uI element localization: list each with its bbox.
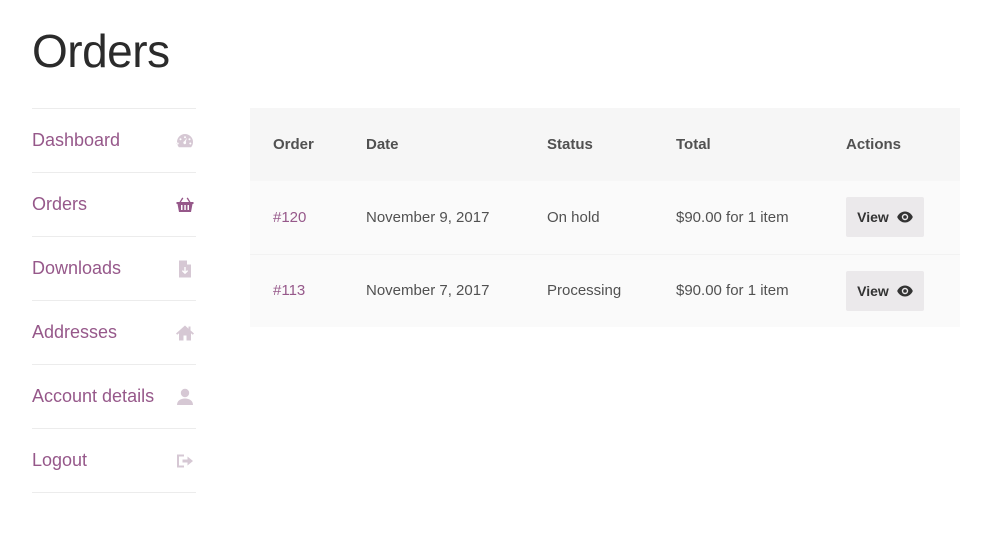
order-date: November 9, 2017 [366, 208, 490, 226]
sidebar-item-dashboard[interactable]: Dashboard [32, 109, 196, 173]
column-header-date: Date [366, 136, 399, 153]
table-header-row: Order Date Status Total Actions [250, 108, 960, 181]
sidebar-item-label: Dashboard [32, 130, 121, 150]
sidebar-item-label: Orders [32, 194, 88, 214]
order-number-cell: #113 [250, 254, 366, 327]
basket-icon [174, 194, 196, 216]
dashboard-icon [174, 130, 196, 152]
table-row: #113 November 7, 2017 Processing $90.00 … [250, 254, 960, 327]
sidebar-item-downloads[interactable]: Downloads [32, 237, 196, 301]
account-navigation: Dashboard Orders Downloads Addresses Acc… [32, 108, 196, 493]
order-status: Processing [547, 282, 622, 300]
order-total: $90.00 for 1 item [676, 208, 789, 226]
view-button-label: View [857, 209, 889, 226]
sidebar-item-label: Logout [32, 450, 88, 470]
sign-out-icon [174, 450, 196, 472]
order-number-cell: #120 [250, 181, 366, 254]
eye-icon [897, 211, 913, 223]
orders-table: Order Date Status Total Actions #120 Nov… [250, 108, 960, 327]
file-download-icon [174, 258, 196, 280]
sidebar-item-label: Downloads [32, 258, 122, 278]
column-header-total: Total [676, 136, 711, 153]
sidebar-item-orders[interactable]: Orders [32, 173, 196, 237]
page-title: Orders [32, 25, 170, 77]
view-order-button[interactable]: View [846, 270, 924, 311]
sidebar-item-label: Account details [32, 386, 155, 406]
order-link[interactable]: #113 [273, 282, 305, 299]
column-header-status: Status [547, 136, 593, 153]
view-order-button[interactable]: View [846, 197, 924, 238]
sidebar-item-label: Addresses [32, 322, 118, 342]
order-total: $90.00 for 1 item [676, 282, 789, 300]
sidebar-item-addresses[interactable]: Addresses [32, 301, 196, 365]
order-date: November 7, 2017 [366, 282, 490, 300]
home-icon [174, 322, 196, 344]
view-button-label: View [857, 282, 889, 299]
order-link[interactable]: #120 [273, 209, 306, 226]
order-actions-cell: View [846, 254, 960, 327]
table-row: #120 November 9, 2017 On hold $90.00 for… [250, 181, 960, 254]
sidebar-item-logout[interactable]: Logout [32, 429, 196, 493]
sidebar-item-account-details[interactable]: Account details [32, 365, 196, 429]
user-icon [174, 386, 196, 408]
order-status: On hold [547, 208, 600, 226]
order-actions-cell: View [846, 181, 960, 254]
column-header-order: Order [273, 136, 314, 153]
eye-icon [897, 285, 913, 297]
column-header-actions: Actions [846, 136, 902, 153]
